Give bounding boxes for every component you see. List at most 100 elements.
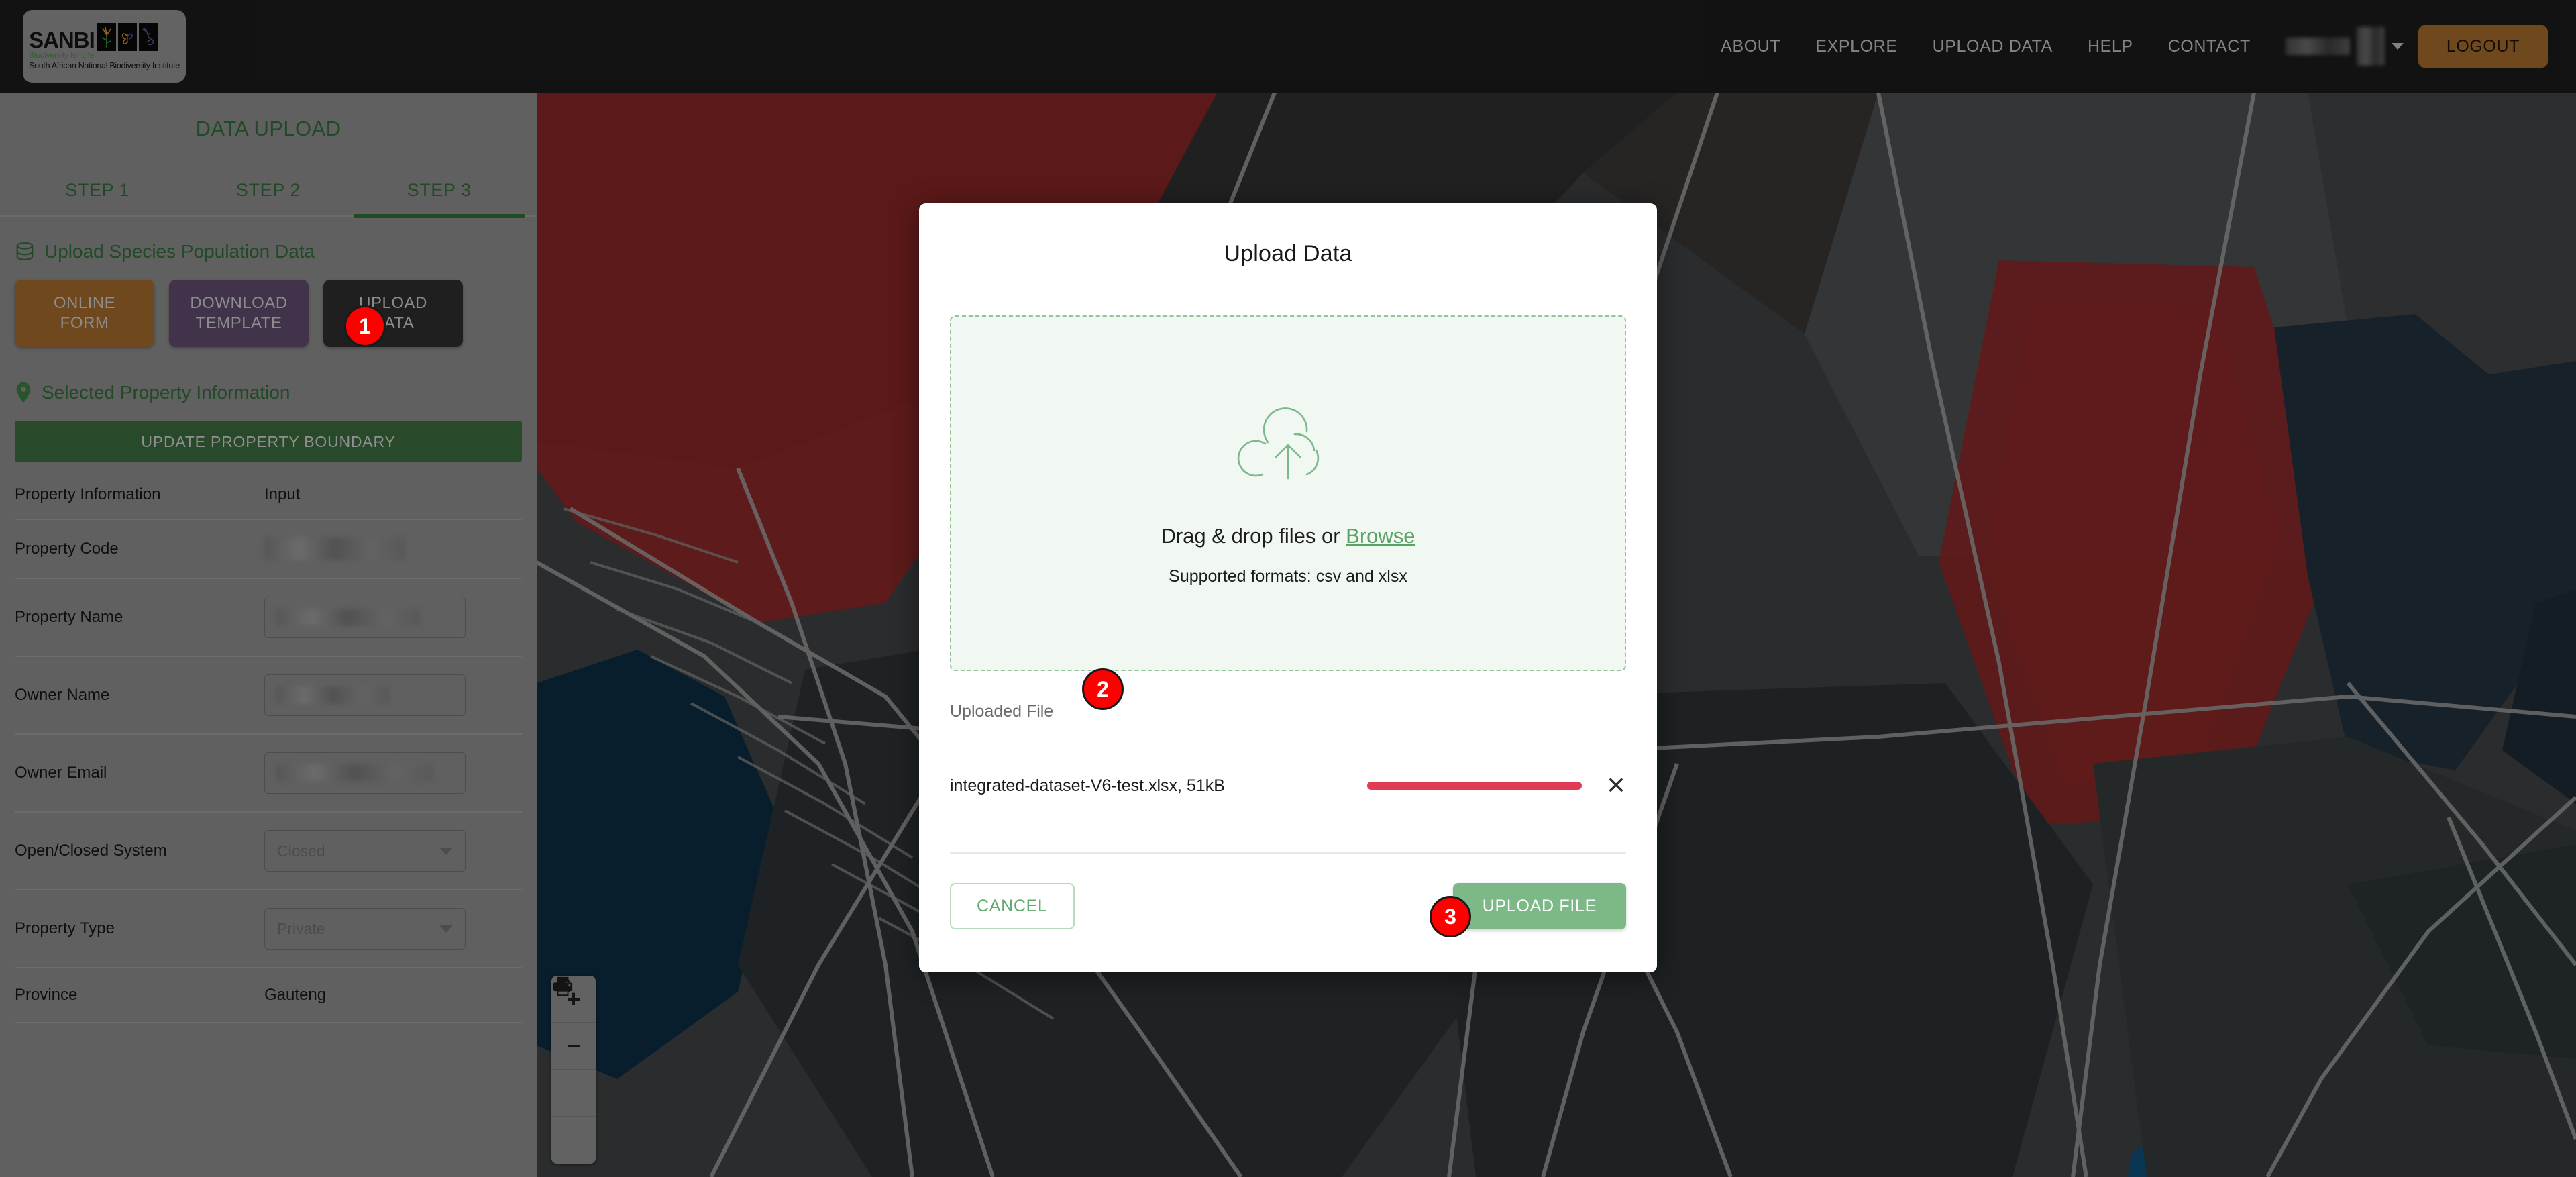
zoom-out-button[interactable]: − [551, 1023, 596, 1070]
cloud-upload-icon [1237, 407, 1320, 479]
app-root: + − DATA UPLOAD STEP 1 STEP 2 STEP 3 Upl… [0, 0, 2576, 1177]
top-navigation-bar: SANBI Biodiversity for Life South Africa… [0, 0, 2576, 93]
dropzone-supported-formats: Supported formats: csv and xlsx [1169, 566, 1407, 586]
minus-icon: − [566, 1031, 581, 1060]
logo-full-name: South African National Biodiversity Inst… [29, 60, 180, 70]
logo-tile-flower-icon [97, 22, 116, 51]
row-label-province: Province [15, 968, 254, 1023]
row-label-property-code: Property Code [15, 519, 254, 579]
download-template-line1: DOWNLOAD [190, 294, 288, 312]
row-value-property-name [254, 578, 522, 657]
property-name-input[interactable] [264, 597, 466, 638]
map-pin-icon [16, 382, 31, 403]
sidebar-title: DATA UPLOAD [195, 117, 341, 140]
table-row: Province Gauteng [15, 968, 522, 1023]
upload-section-heading-text: Upload Species Population Data [44, 241, 315, 262]
property-type-value: Private [277, 919, 325, 937]
online-form-button[interactable]: ONLINE FORM [15, 280, 154, 347]
print-button[interactable] [551, 976, 596, 1164]
table-row: Property Code [15, 519, 522, 579]
uploaded-file-label: Uploaded File [950, 702, 1054, 721]
uploaded-file-name: integrated-dataset-V6-test.xlsx, 51kB [950, 776, 1225, 795]
redacted-value [276, 686, 390, 704]
nav-links: ABOUT EXPLORE UPLOAD DATA HELP CONTACT L… [1703, 25, 2576, 68]
table-row: Open/Closed System Closed [15, 812, 522, 890]
upload-data-modal: Upload Data Drag & drop files or Browse … [919, 203, 1657, 972]
upload-progress-bar [1366, 782, 1582, 790]
logo-tile-butterfly-icon [117, 22, 137, 51]
callout-badge-1: 1 [344, 305, 386, 347]
redacted-value [264, 538, 405, 560]
remove-file-icon[interactable]: ✕ [1606, 774, 1626, 798]
uploaded-file-row: integrated-dataset-V6-test.xlsx, 51kB ✕ [950, 774, 1626, 798]
redacted-value [276, 609, 420, 626]
dropzone-text-before-link: Drag & drop files or [1161, 523, 1346, 548]
cancel-button[interactable]: CANCEL [950, 883, 1075, 929]
logo-tiles [97, 22, 158, 51]
property-section-heading-text: Selected Property Information [42, 382, 290, 403]
browse-link[interactable]: Browse [1346, 524, 1415, 548]
modal-actions: CANCEL UPLOAD FILE [950, 883, 1626, 929]
row-label-open-closed-system: Open/Closed System [15, 812, 254, 890]
tab-step-3[interactable]: STEP 3 [354, 168, 525, 218]
row-label-owner-name: Owner Name [15, 656, 254, 735]
table-row: Property Name [15, 578, 522, 657]
row-label-property-name: Property Name [15, 578, 254, 657]
logo-tile-lizard-icon [138, 22, 158, 51]
property-section-heading: Selected Property Information [0, 347, 537, 403]
online-form-line1: ONLINE [53, 294, 116, 312]
row-value-open-closed-system: Closed [254, 812, 522, 890]
open-closed-system-value: Closed [277, 841, 325, 860]
logo-wordmark: SANBI [29, 28, 95, 53]
online-form-line2: FORM [60, 314, 109, 332]
modal-divider [950, 852, 1626, 854]
logout-button[interactable]: LOGOUT [2418, 25, 2548, 68]
row-value-owner-email [254, 734, 522, 813]
chevron-down-icon [2391, 43, 2404, 50]
map-controls[interactable]: + − [551, 976, 596, 1164]
database-icon [16, 242, 34, 260]
upload-progress-group: ✕ [1366, 774, 1626, 798]
sidebar: DATA UPLOAD STEP 1 STEP 2 STEP 3 Upload … [0, 93, 537, 1177]
step-tabs[interactable]: STEP 1 STEP 2 STEP 3 [0, 168, 537, 218]
user-menu[interactable] [2268, 27, 2418, 66]
row-value-property-type: Private [254, 890, 522, 968]
file-dropzone[interactable]: Drag & drop files or Browse Supported fo… [950, 315, 1626, 671]
col-header-input: Input [254, 485, 522, 520]
row-value-province: Gauteng [254, 968, 522, 1023]
redacted-value [276, 764, 433, 782]
upload-section-heading: Upload Species Population Data [0, 217, 537, 262]
username-redacted [2285, 38, 2350, 55]
row-label-property-type: Property Type [15, 890, 254, 968]
table-row: Owner Email [15, 734, 522, 813]
property-information-table: Property Information Input Property Code… [15, 485, 522, 1023]
callout-badge-2: 2 [1082, 668, 1124, 710]
modal-title: Upload Data [1224, 241, 1352, 266]
upload-file-button[interactable]: UPLOAD FILE [1452, 883, 1626, 929]
upload-data-button[interactable]: UPLOAD DATA [323, 280, 463, 347]
tab-step-1[interactable]: STEP 1 [12, 168, 183, 218]
download-template-button[interactable]: DOWNLOAD TEMPLATE [169, 280, 309, 347]
nav-item-help[interactable]: HELP [2070, 37, 2151, 56]
table-row: Owner Name [15, 656, 522, 735]
owner-email-input[interactable] [264, 752, 466, 794]
nav-item-upload-data[interactable]: UPLOAD DATA [1915, 37, 2070, 56]
open-closed-system-select[interactable]: Closed [264, 830, 466, 872]
owner-name-input[interactable] [264, 674, 466, 716]
callout-badge-3: 3 [1430, 896, 1471, 937]
username-redacted-2 [2356, 27, 2385, 66]
dark-mode-button[interactable] [551, 978, 596, 1117]
tab-step-2[interactable]: STEP 2 [183, 168, 354, 218]
nav-item-explore[interactable]: EXPLORE [1798, 37, 1915, 56]
property-type-select[interactable]: Private [264, 908, 466, 950]
row-value-property-code [254, 519, 522, 579]
nav-item-about[interactable]: ABOUT [1703, 37, 1798, 56]
row-label-owner-email: Owner Email [15, 734, 254, 813]
logo-tagline: Biodiversity for Life [29, 50, 95, 60]
sanbi-logo[interactable]: SANBI Biodiversity for Life South Africa… [23, 10, 186, 83]
download-template-line2: TEMPLATE [195, 314, 282, 332]
chevron-down-icon [439, 925, 453, 933]
nav-item-contact[interactable]: CONTACT [2151, 37, 2268, 56]
row-value-owner-name [254, 656, 522, 735]
update-property-boundary-button[interactable]: UPDATE PROPERTY BOUNDARY [15, 421, 522, 462]
